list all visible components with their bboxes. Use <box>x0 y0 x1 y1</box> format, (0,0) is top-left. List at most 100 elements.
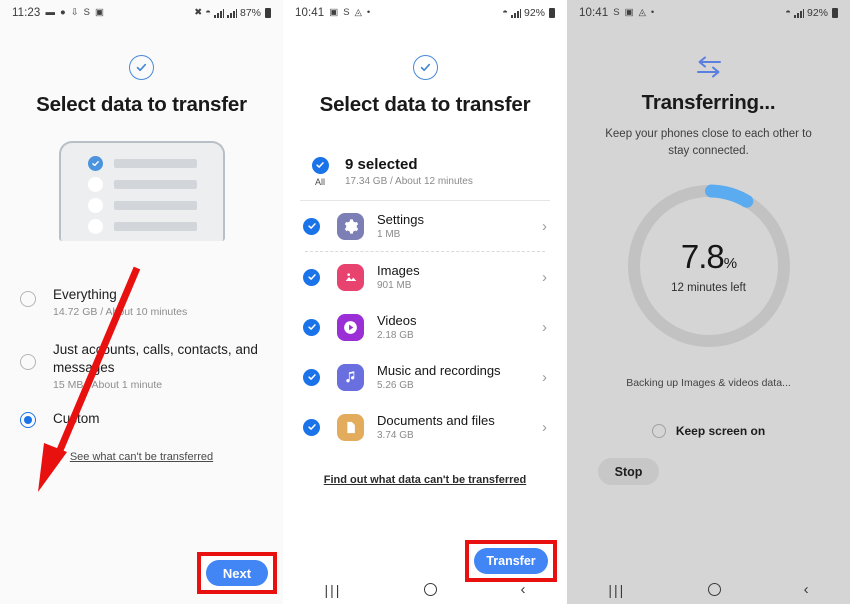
transfer-button[interactable]: Transfer <box>474 548 548 574</box>
select-all-checkbox[interactable] <box>311 156 329 174</box>
select-all-row[interactable]: All 9 selected 17.34 GB / About 12 minut… <box>283 139 567 200</box>
message-icon: ▬ <box>45 7 55 19</box>
find-out-what-data-link[interactable]: Find out what data can't be transferred <box>283 474 567 486</box>
selected-count: 9 selected <box>345 156 418 173</box>
screen-transferring: 10:41 S ▣ ◬ • ◓ 92% Transferring... Keep… <box>567 0 850 604</box>
signal-icon <box>510 8 521 18</box>
gallery-icon: ▣ <box>624 7 634 19</box>
select-all-label: All <box>314 176 325 187</box>
item-title: Settings <box>377 212 424 227</box>
recents-icon[interactable]: ||| <box>608 582 625 598</box>
page-title: Select data to transfer <box>36 93 247 116</box>
option-custom[interactable]: Custom <box>20 410 263 428</box>
back-icon[interactable]: ‹ <box>804 581 809 598</box>
keep-screen-on-label: Keep screen on <box>675 424 766 439</box>
circle-check-icon <box>129 55 154 80</box>
wifi-icon: ◓ <box>502 7 508 19</box>
chevron-right-icon[interactable]: › <box>542 319 547 336</box>
status-time: 10:41 <box>579 7 609 19</box>
list-item-settings[interactable]: Settings 1 MB › <box>283 201 567 251</box>
item-size: 2.18 GB <box>377 330 414 341</box>
chevron-right-icon[interactable]: › <box>542 419 547 436</box>
dot-icon: • <box>366 7 371 19</box>
option-sublabel: 14.72 GB / About 10 minutes <box>53 306 188 318</box>
list-item-images[interactable]: Images 901 MB › <box>283 252 567 302</box>
list-item-videos[interactable]: Videos 2.18 GB › <box>283 302 567 352</box>
s-badge-icon: S <box>83 7 90 19</box>
screen-select-data-to-transfer: 11:23 ▬ ● ⇩ S ▣ ✖ ◓ 87% Select data to t… <box>0 0 283 604</box>
option-everything[interactable]: Everything 14.72 GB / About 10 minutes <box>20 286 263 318</box>
option-label: Custom <box>53 411 100 426</box>
header-icon-wrap-2 <box>283 55 567 80</box>
signal-icon <box>793 8 804 18</box>
list-item-documents-and-files[interactable]: Documents and files 3.74 GB › <box>283 402 567 452</box>
notification-bell-icon: ● <box>59 7 66 19</box>
see-what-cant-be-transferred-link[interactable]: See what can't be transferred <box>0 451 283 463</box>
status-bar-3: 10:41 S ▣ ◬ • ◓ 92% <box>567 0 850 26</box>
wifi-icon: ◓ <box>785 7 791 19</box>
item-title: Music and recordings <box>377 363 501 378</box>
play-icon <box>337 313 364 341</box>
radio-everything[interactable] <box>20 291 36 307</box>
camera-icon: ◬ <box>638 7 646 19</box>
status-time: 11:23 <box>12 7 41 19</box>
item-title: Images <box>377 263 420 278</box>
navigation-bar-2: ||| ‹ <box>283 575 567 604</box>
item-title: Videos <box>377 313 417 328</box>
item-checkbox[interactable] <box>303 217 320 235</box>
option-label: Just accounts, calls, contacts, and mess… <box>53 342 258 375</box>
home-icon[interactable] <box>707 583 721 596</box>
stop-button[interactable]: Stop <box>598 458 659 486</box>
circle-check-icon <box>412 55 438 80</box>
item-checkbox[interactable] <box>303 418 320 436</box>
status-bar-1: 11:23 ▬ ● ⇩ S ▣ ✖ ◓ 87% <box>0 0 283 26</box>
gallery-icon: ▣ <box>329 7 339 19</box>
status-time: 10:41 <box>295 7 325 19</box>
item-size: 5.26 GB <box>377 380 414 391</box>
chevron-right-icon[interactable]: › <box>542 369 547 386</box>
progress-percent: 7.8% <box>680 238 737 276</box>
item-checkbox[interactable] <box>303 318 320 336</box>
camera-icon: ◬ <box>354 7 362 19</box>
illus-checkbox <box>87 177 103 192</box>
s-badge-icon: S <box>343 7 350 19</box>
sim-icon <box>213 8 224 18</box>
gallery-icon: ▣ <box>95 7 104 19</box>
swap-arrows-icon <box>567 56 850 83</box>
option-label: Everything <box>53 287 117 302</box>
transfer-status-text: Backing up Images & videos data... <box>626 377 791 390</box>
option-sublabel: 15 MB / About 1 minute <box>53 379 163 391</box>
download-icon: ⇩ <box>70 7 79 19</box>
item-title: Documents and files <box>377 413 495 428</box>
item-checkbox[interactable] <box>303 268 320 286</box>
battery-percent: 87% <box>239 7 261 19</box>
battery-icon <box>832 8 838 18</box>
illus-checkbox <box>87 198 103 213</box>
wifi-icon: ◓ <box>205 7 211 19</box>
chevron-right-icon[interactable]: › <box>542 218 547 235</box>
next-button[interactable]: Next <box>206 560 268 586</box>
keep-phones-close-note: Keep your phones close to each other to … <box>605 128 812 157</box>
header-icon-wrap-1 <box>0 55 283 80</box>
page-title: Transferring... <box>641 91 776 114</box>
list-item-music-and-recordings[interactable]: Music and recordings 5.26 GB › <box>283 352 567 402</box>
back-icon[interactable]: ‹ <box>520 581 525 598</box>
radio-custom[interactable] <box>20 412 36 428</box>
battery-percent: 92% <box>523 7 545 19</box>
keep-screen-on-checkbox[interactable] <box>651 424 666 439</box>
chevron-right-icon[interactable]: › <box>542 269 547 286</box>
home-icon[interactable] <box>424 583 438 596</box>
selected-size-estimate: 17.34 GB / About 12 minutes <box>345 176 473 187</box>
mute-icon: ✖ <box>194 7 203 19</box>
s-badge-icon: S <box>613 7 620 19</box>
recents-icon[interactable]: ||| <box>325 582 342 598</box>
progress-eta: 12 minutes left <box>671 282 746 295</box>
gear-icon <box>337 212 364 240</box>
item-size: 901 MB <box>377 280 412 291</box>
option-just-accounts[interactable]: Just accounts, calls, contacts, and mess… <box>20 341 263 391</box>
battery-icon <box>549 8 555 18</box>
item-checkbox[interactable] <box>303 368 320 386</box>
battery-percent: 92% <box>806 7 828 19</box>
keep-screen-on-row[interactable]: Keep screen on <box>567 424 850 439</box>
radio-just-accounts[interactable] <box>20 354 36 370</box>
